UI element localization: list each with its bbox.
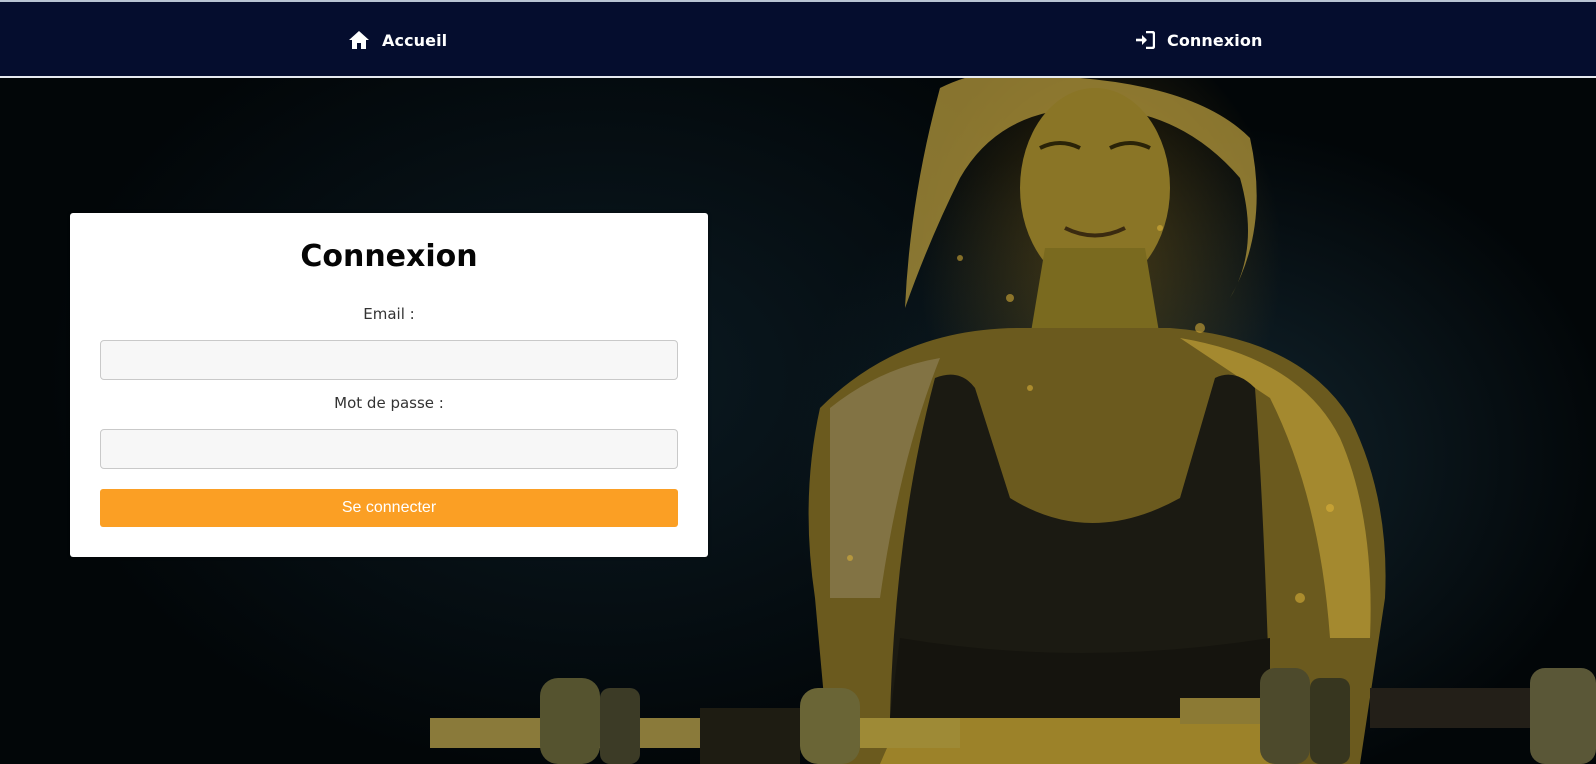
nav-home-label: Accueil: [382, 30, 448, 50]
nav-home-link[interactable]: Accueil: [348, 2, 447, 78]
login-card: Connexion Email : Mot de passe : Se conn…: [70, 213, 708, 557]
email-label: Email :: [363, 305, 415, 323]
password-field[interactable]: [100, 429, 678, 469]
email-field[interactable]: [100, 340, 678, 380]
login-submit-button[interactable]: Se connecter: [100, 489, 678, 527]
nav-login-label: Connexion: [1167, 30, 1263, 50]
password-label: Mot de passe :: [334, 394, 444, 412]
nav-login-link[interactable]: Connexion: [1135, 2, 1262, 78]
login-title: Connexion: [300, 239, 478, 274]
home-icon: [349, 31, 369, 49]
sign-in-icon: [1136, 31, 1155, 49]
top-navbar: Accueil Connexion: [0, 0, 1596, 78]
